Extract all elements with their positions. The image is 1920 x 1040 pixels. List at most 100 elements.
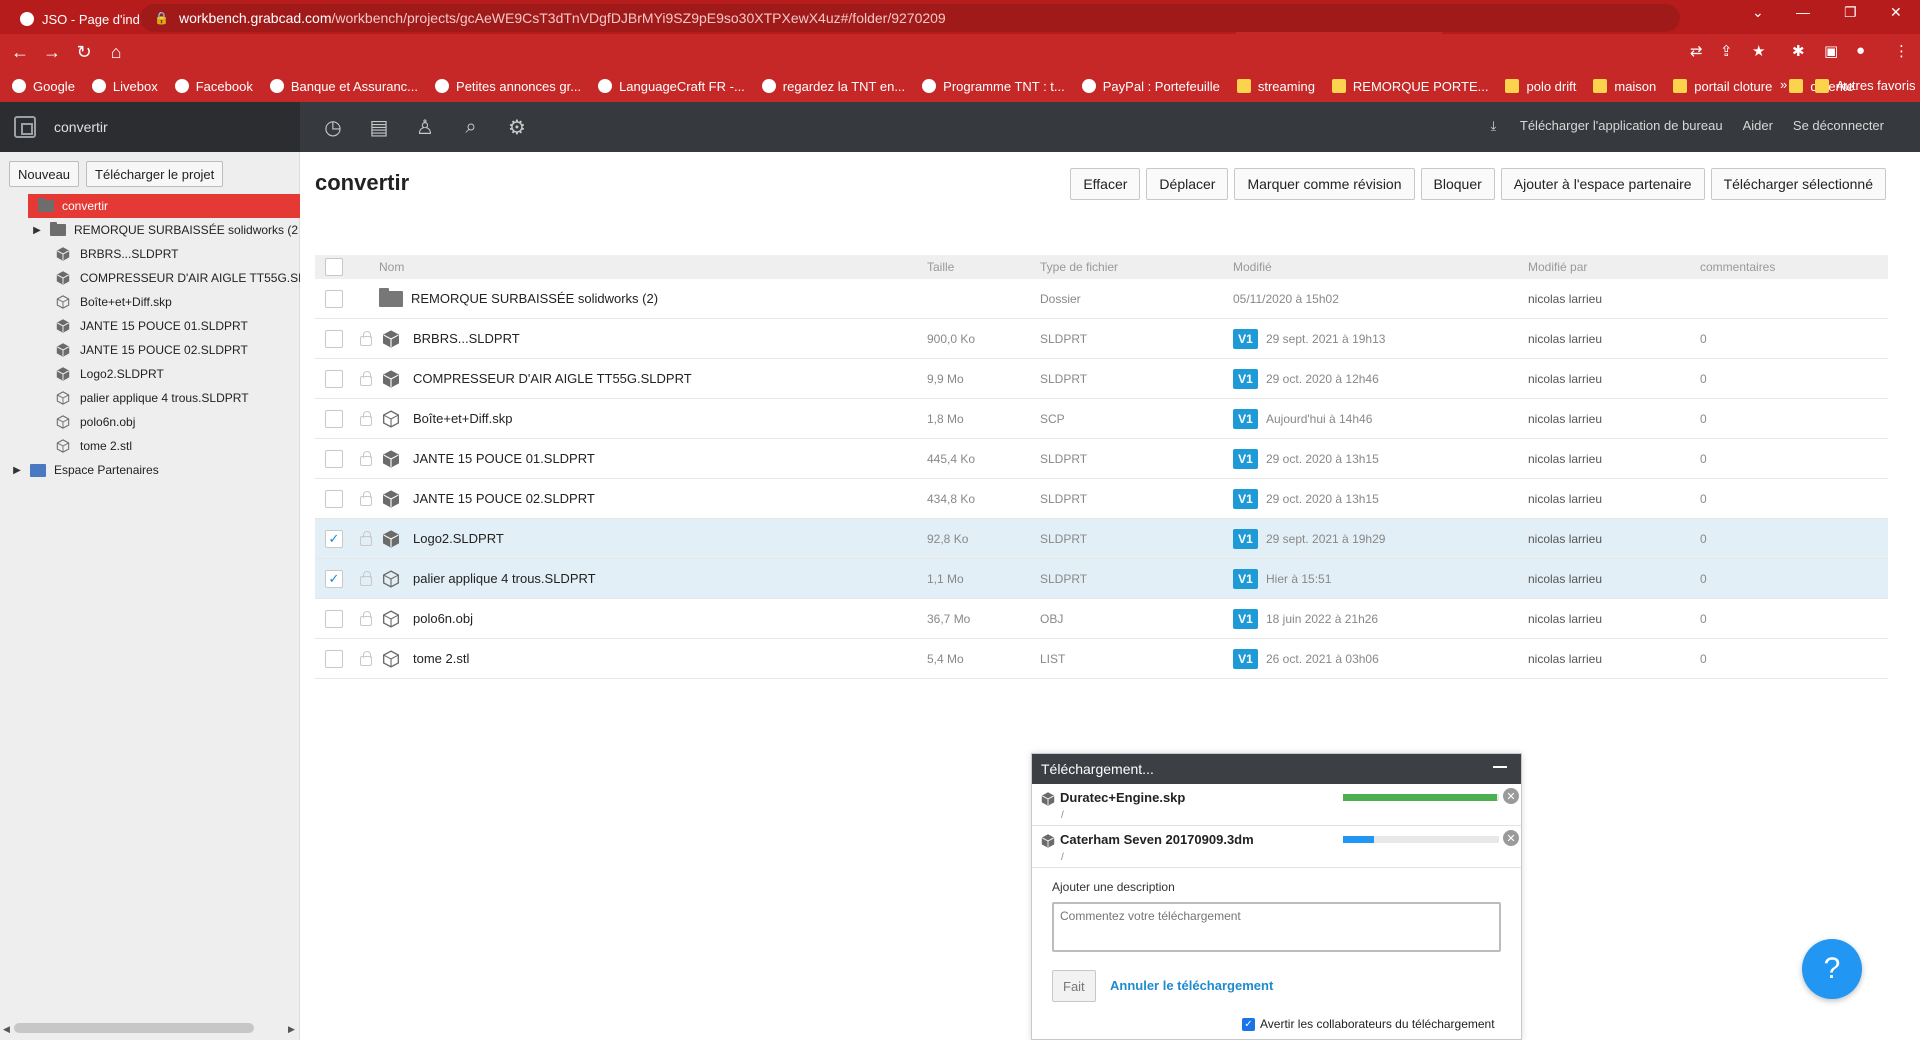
gear-icon[interactable]: ⚙ — [504, 114, 530, 140]
lock-icon[interactable] — [360, 370, 372, 386]
project-grid-icon[interactable] — [14, 116, 36, 138]
file-name[interactable]: palier applique 4 trous.SLDPRT — [413, 571, 596, 586]
file-name[interactable]: JANTE 15 POUCE 02.SLDPRT — [413, 491, 595, 506]
home-icon[interactable]: ⌂ — [100, 42, 132, 63]
tree-item[interactable]: Boîte+et+Diff.skp — [0, 290, 300, 314]
row-checkbox[interactable] — [325, 489, 343, 508]
tree-item[interactable]: COMPRESSEUR D'AIR AIGLE TT55G.SL — [0, 266, 300, 290]
row-checkbox[interactable] — [325, 329, 343, 348]
row-checkbox[interactable] — [325, 449, 343, 468]
translate-icon[interactable]: ⇄ — [1690, 42, 1703, 60]
description-input[interactable] — [1052, 902, 1501, 952]
bookmarks-overflow-icon[interactable]: » — [1780, 77, 1787, 92]
cancel-file-icon[interactable]: ✕ — [1503, 788, 1519, 804]
user-icon[interactable]: ♙ — [412, 114, 438, 140]
row-checkbox[interactable] — [325, 289, 343, 308]
col-comments[interactable]: commentaires — [1700, 260, 1850, 274]
bookmark-item[interactable]: Google — [12, 79, 75, 94]
version-badge[interactable]: V1 — [1233, 648, 1258, 669]
restore-window-button[interactable]: ❐ — [1844, 4, 1857, 21]
action-button[interactable]: Bloquer — [1420, 168, 1495, 200]
document-icon[interactable]: ▤ — [366, 114, 392, 140]
bookmark-item[interactable]: polo drift — [1505, 79, 1576, 94]
tree-root-folder[interactable]: convertir — [28, 194, 300, 218]
scroll-right-icon[interactable]: ▶ — [288, 1024, 295, 1035]
table-row[interactable]: JANTE 15 POUCE 01.SLDPRT 445,4 Ko SLDPRT V1… — [315, 439, 1888, 479]
lock-icon[interactable] — [360, 490, 372, 506]
lock-icon[interactable] — [360, 610, 372, 626]
table-row[interactable]: polo6n.obj 36,7 Mo OBJ V1 18 juin 2022 à 21h… — [315, 599, 1888, 639]
extensions-icon[interactable]: ✱ — [1792, 42, 1805, 60]
bookmark-item[interactable]: Petites annonces gr... — [435, 79, 581, 94]
cancel-upload-link[interactable]: Annuler le téléchargement — [1110, 978, 1273, 993]
file-name[interactable]: Logo2.SLDPRT — [413, 531, 504, 546]
lock-icon[interactable] — [360, 330, 372, 346]
help-link[interactable]: Aider — [1743, 118, 1773, 134]
table-row[interactable]: tome 2.stl 5,4 Mo LIST V1 26 oct. 2021 à 03h… — [315, 639, 1888, 679]
expand-arrow-icon[interactable]: ▶ — [10, 465, 24, 476]
lock-icon[interactable] — [360, 570, 372, 586]
file-name[interactable]: BRBRS...SLDPRT — [413, 331, 520, 346]
table-row[interactable]: COMPRESSEUR D'AIR AIGLE TT55G.SLDPRT 9,9 … — [315, 359, 1888, 399]
col-name[interactable]: Nom — [379, 260, 927, 274]
profile-avatar[interactable]: ● — [1856, 42, 1865, 59]
action-button[interactable]: Télécharger sélectionné — [1710, 168, 1886, 200]
version-badge[interactable]: V1 — [1233, 328, 1258, 349]
bookmark-item[interactable]: maison — [1593, 79, 1656, 94]
close-window-button[interactable]: ✕ — [1890, 4, 1902, 21]
col-modified-by[interactable]: Modifié par — [1528, 260, 1700, 274]
side-panel-icon[interactable]: ▣ — [1824, 42, 1838, 60]
bookmark-item[interactable]: Livebox — [91, 79, 158, 94]
bookmark-star-icon[interactable]: ★ — [1752, 42, 1765, 60]
help-button[interactable]: ? — [1802, 939, 1862, 999]
reload-icon[interactable]: ↻ — [68, 42, 100, 63]
version-badge[interactable]: V1 — [1233, 488, 1258, 509]
version-badge[interactable]: V1 — [1233, 448, 1258, 469]
col-modified[interactable]: Modifié — [1233, 260, 1528, 274]
tree-item[interactable]: polo6n.obj — [0, 410, 300, 434]
bookmark-item[interactable]: portail cloture — [1673, 79, 1772, 94]
tree-item[interactable]: tome 2.stl — [0, 434, 300, 458]
bookmark-item[interactable]: Facebook — [174, 79, 253, 94]
share-icon[interactable]: ⇪ — [1720, 42, 1733, 60]
lock-icon[interactable] — [360, 450, 372, 466]
history-icon[interactable]: ◷ — [320, 114, 346, 140]
tree-item[interactable]: palier applique 4 trous.SLDPRT — [0, 386, 300, 410]
tree-item[interactable]: BRBRS...SLDPRT — [0, 242, 300, 266]
file-name[interactable]: JANTE 15 POUCE 01.SLDPRT — [413, 451, 595, 466]
other-bookmarks[interactable]: Autres favoris — [1815, 78, 1915, 93]
table-row[interactable]: Boîte+et+Diff.skp 1,8 Mo SCP V1 Aujourd'hui … — [315, 399, 1888, 439]
file-name[interactable]: COMPRESSEUR D'AIR AIGLE TT55G.SLDPRT — [413, 371, 692, 386]
action-button[interactable]: Déplacer — [1146, 168, 1229, 200]
download-project-button[interactable]: Télécharger le projet — [86, 161, 224, 187]
action-button[interactable]: Marquer comme révision — [1234, 168, 1415, 200]
tree-partners[interactable]: ▶ Espace Partenaires — [0, 458, 300, 482]
action-button[interactable]: Ajouter à l'espace partenaire — [1500, 168, 1705, 200]
search-icon[interactable]: ⌕ — [458, 114, 484, 140]
done-button[interactable]: Fait — [1052, 970, 1096, 1002]
scroll-left-icon[interactable]: ◀ — [3, 1024, 10, 1035]
bookmark-item[interactable]: REMORQUE PORTE... — [1331, 79, 1488, 94]
minimize-window-icon[interactable]: ⌄ — [1752, 4, 1764, 21]
logout-link[interactable]: Se déconnecter — [1793, 118, 1884, 134]
expand-arrow-icon[interactable]: ▶ — [30, 225, 44, 236]
file-name[interactable]: tome 2.stl — [413, 651, 469, 666]
download-desktop-link[interactable]: ⤓ Télécharger l'application de bureau — [1491, 118, 1723, 134]
version-badge[interactable]: V1 — [1233, 408, 1258, 429]
bookmark-item[interactable]: streaming — [1236, 79, 1315, 94]
lock-icon[interactable] — [360, 530, 372, 546]
col-type[interactable]: Type de fichier — [1040, 260, 1233, 274]
version-badge[interactable]: V1 — [1233, 608, 1258, 629]
sidebar-scrollbar[interactable] — [14, 1023, 254, 1033]
version-badge[interactable]: V1 — [1233, 568, 1258, 589]
table-row[interactable]: ✓ palier applique 4 trous.SLDPRT 1,1 Mo SLD… — [315, 559, 1888, 599]
file-name[interactable]: polo6n.obj — [413, 611, 473, 626]
url-omnibox[interactable]: 🔒 workbench.grabcad.com/workbench/projec… — [140, 4, 1680, 32]
minimize-upload-button[interactable] — [1493, 766, 1507, 768]
table-row[interactable]: ✓ Logo2.SLDPRT 92,8 Ko SLDPRT V1 29 sept. 202… — [315, 519, 1888, 559]
minimize-window-button[interactable]: — — [1796, 4, 1810, 20]
tree-item[interactable]: JANTE 15 POUCE 02.SLDPRT — [0, 338, 300, 362]
tree-item[interactable]: Logo2.SLDPRT — [0, 362, 300, 386]
action-button[interactable]: Effacer — [1070, 168, 1141, 200]
bookmark-item[interactable]: regardez la TNT en... — [761, 79, 905, 94]
